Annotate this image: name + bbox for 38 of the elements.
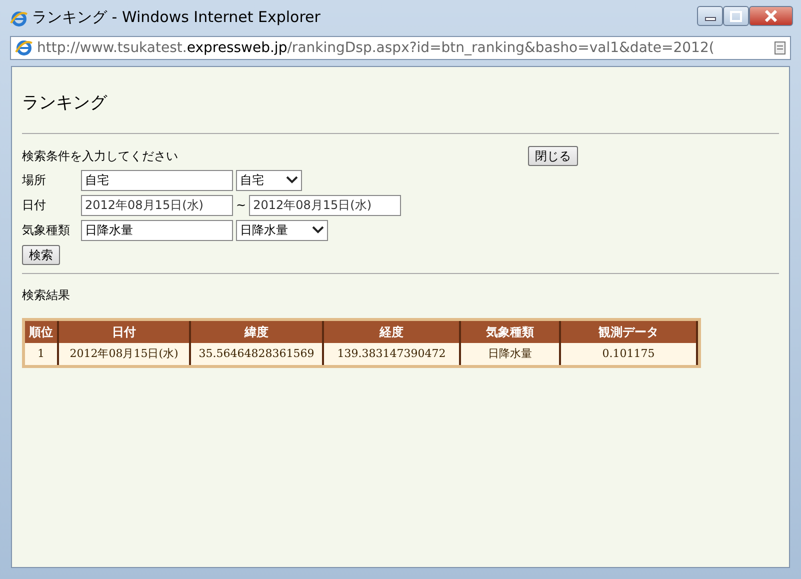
range-separator: ~ <box>236 197 246 214</box>
field-label: 気象種類 <box>22 222 71 239</box>
chevron-down-icon <box>312 226 324 234</box>
column-header: 観測データ <box>561 320 698 342</box>
field-label: 場所 <box>22 172 47 189</box>
minimize-icon <box>704 17 716 21</box>
column-header: 気象種類 <box>461 320 561 342</box>
close-button[interactable] <box>749 6 793 26</box>
column-header: 緯度 <box>191 320 324 342</box>
table-cell: 0.101175 <box>561 342 698 365</box>
field-label: 日付 <box>22 197 47 214</box>
search-prompt: 検索条件を入力してください <box>22 148 178 164</box>
page-icon <box>774 41 786 55</box>
column-header: 日付 <box>59 320 191 342</box>
column-header: 順位 <box>25 320 59 342</box>
place-field[interactable]: 自宅 <box>81 170 233 190</box>
browser-logo-icon <box>10 10 28 28</box>
column-header: 経度 <box>324 320 461 342</box>
table-cell: 1 <box>25 342 59 365</box>
close-icon <box>764 10 778 22</box>
maximize-button[interactable] <box>723 6 749 26</box>
window-title: ランキング - Windows Internet Explorer <box>32 7 320 28</box>
close-page-button[interactable]: 閉じる <box>528 146 578 166</box>
weather-type-select[interactable]: 日降水量 <box>236 220 328 240</box>
table-cell: 2012年08月15日(水) <box>59 342 191 365</box>
search-button[interactable]: 検索 <box>22 244 60 264</box>
results-heading: 検索結果 <box>22 286 70 304</box>
browser-logo-icon <box>15 39 33 57</box>
date-to-field[interactable]: 2012年08月15日(水) <box>249 194 402 216</box>
date-from-field[interactable]: 2012年08月15日(水) <box>81 194 233 216</box>
table-cell: 35.56464828361569 <box>191 342 324 365</box>
table-cell: 139.383147390472 <box>324 342 461 365</box>
chevron-down-icon <box>286 176 298 184</box>
minimize-button[interactable] <box>697 6 723 26</box>
place-select[interactable]: 自宅 <box>236 170 302 190</box>
table-cell: 日降水量 <box>461 342 561 365</box>
weather-type-field[interactable]: 日降水量 <box>81 220 233 240</box>
page-heading: ランキング <box>22 92 107 115</box>
